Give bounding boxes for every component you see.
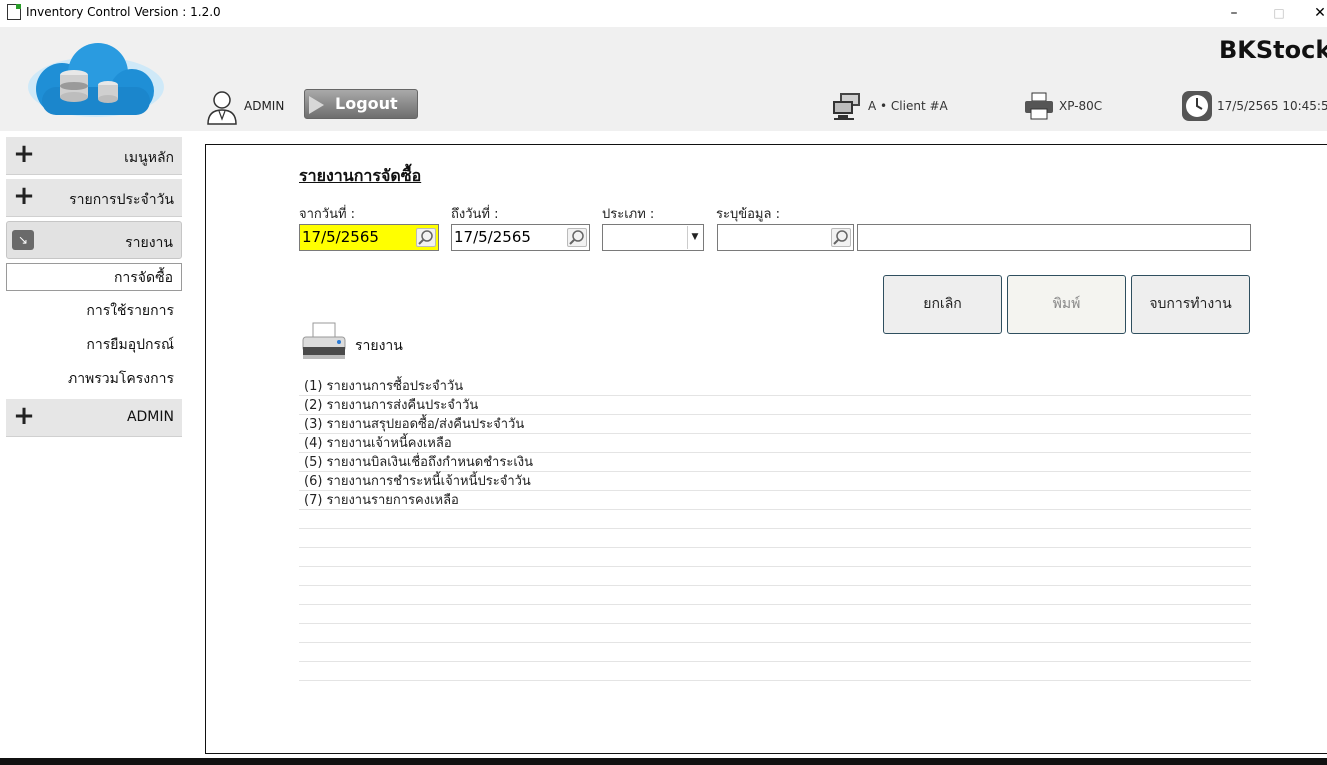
bottom-border [0,758,1327,765]
menu-group-admin[interactable]: + ADMIN [6,399,182,437]
menu-group-daily[interactable]: + รายการประจำวัน [6,179,182,217]
spec-code-field[interactable] [717,224,854,251]
sidebar-item-purchasing[interactable]: การจัดซื้อ [6,263,182,291]
expand-plus-icon: + [13,139,35,169]
list-item[interactable] [299,529,1251,548]
list-item[interactable] [299,624,1251,643]
report-panel: รายงานการจัดซื้อ จากวันที่ : 17/5/2565 ถ… [205,144,1327,754]
expand-plus-icon: + [13,181,35,211]
search-icon[interactable] [567,228,587,247]
logout-arrow-icon [309,96,324,114]
logout-button[interactable]: Logout [304,89,418,119]
to-date-label: ถึงวันที่ : [451,207,499,222]
menu-group-reports[interactable]: ↘ รายงาน [6,221,182,259]
sidebar-item-usage[interactable]: การใช้รายการ [6,297,182,325]
datetime-status: 17/5/2565 10:45:51 [1181,89,1327,123]
sidebar-item-project-overview[interactable]: ภาพรวมโครงการ [6,365,182,393]
page-title: รายงานการจัดซื้อ [299,166,422,185]
database-cloud-logo [28,43,164,117]
menu-group-label: รายงาน [125,235,173,251]
list-item[interactable]: (1) รายงานการซื้อประจำวัน [299,377,1251,396]
menu-group-label: รายการประจำวัน [69,192,174,208]
network-computers-icon [833,93,860,120]
print-button[interactable]: พิมพ์ [1007,275,1126,334]
logout-label: Logout [335,94,398,113]
list-item[interactable]: (6) รายงานการชำระหนี้เจ้าหนี้ประจำวัน [299,472,1251,491]
user-name: ADMIN [244,99,285,113]
list-item[interactable]: (3) รายงานสรุปยอดซื้อ/ส่งคืนประจำวัน [299,415,1251,434]
client-status: A • Client #A [832,89,962,123]
search-icon[interactable] [831,228,851,247]
list-item[interactable]: (5) รายงานบิลเงินเชื่อถึงกำหนดชำระเงิน [299,453,1251,472]
app-header: BKStock ADMIN Logout A • Client #A XP-80… [0,27,1327,131]
printer-icon [302,322,346,359]
type-label: ประเภท : [602,207,655,222]
list-item[interactable] [299,567,1251,586]
close-button[interactable]: ✕ [1305,2,1327,24]
menu-group-label: เมนูหลัก [124,150,174,166]
user-icon [207,91,237,125]
report-section-label: รายงาน [355,338,403,354]
chevron-down-icon[interactable]: ▼ [687,226,702,249]
maximize-button[interactable]: □ [1264,2,1294,24]
list-item[interactable] [299,605,1251,624]
client-label: A • Client #A [868,99,948,113]
brand-name: BKStock [1219,36,1327,64]
sidebar: + เมนูหลัก + รายการประจำวัน ↘ รายงาน การ… [0,131,200,765]
from-date-value: 17/5/2565 [302,228,379,246]
list-item[interactable] [299,662,1251,681]
list-item[interactable] [299,548,1251,567]
expand-plus-icon: + [13,401,35,431]
title-bar: Inventory Control Version : 1.2.0 – □ ✕ [0,0,1327,27]
search-icon[interactable] [416,228,436,247]
app-icon [7,4,21,20]
report-list: (1) รายงานการซื้อประจำวัน (2) รายงานการส… [299,377,1251,681]
minimize-button[interactable]: – [1219,2,1249,24]
list-item[interactable]: (7) รายงานรายการคงเหลือ [299,491,1251,510]
to-date-value: 17/5/2565 [454,228,531,246]
exit-button[interactable]: จบการทำงาน [1131,275,1250,334]
spec-detail-field[interactable] [857,224,1251,251]
printer-status: XP-80C [1023,89,1123,123]
cancel-button[interactable]: ยกเลิก [883,275,1002,334]
printer-icon [1025,92,1053,120]
list-item[interactable]: (4) รายงานเจ้าหนี้คงเหลือ [299,434,1251,453]
datetime-label: 17/5/2565 10:45:51 [1217,99,1327,113]
spec-label: ระบุข้อมูล : [716,207,780,222]
list-item[interactable] [299,586,1251,605]
from-date-label: จากวันที่ : [299,207,356,222]
printer-label: XP-80C [1059,99,1103,113]
list-item[interactable] [299,643,1251,662]
menu-group-label: ADMIN [126,409,174,425]
menu-group-main[interactable]: + เมนูหลัก [6,137,182,175]
collapse-arrow-icon: ↘ [12,230,34,250]
from-date-field[interactable]: 17/5/2565 [299,224,439,251]
clock-icon [1182,91,1212,121]
window-title: Inventory Control Version : 1.2.0 [26,5,221,19]
sidebar-item-borrowing[interactable]: การยืมอุปกรณ์ [6,331,182,359]
list-item[interactable] [299,510,1251,529]
type-select[interactable]: ▼ [602,224,704,251]
to-date-field[interactable]: 17/5/2565 [451,224,590,251]
list-item[interactable]: (2) รายงานการส่งคืนประจำวัน [299,396,1251,415]
